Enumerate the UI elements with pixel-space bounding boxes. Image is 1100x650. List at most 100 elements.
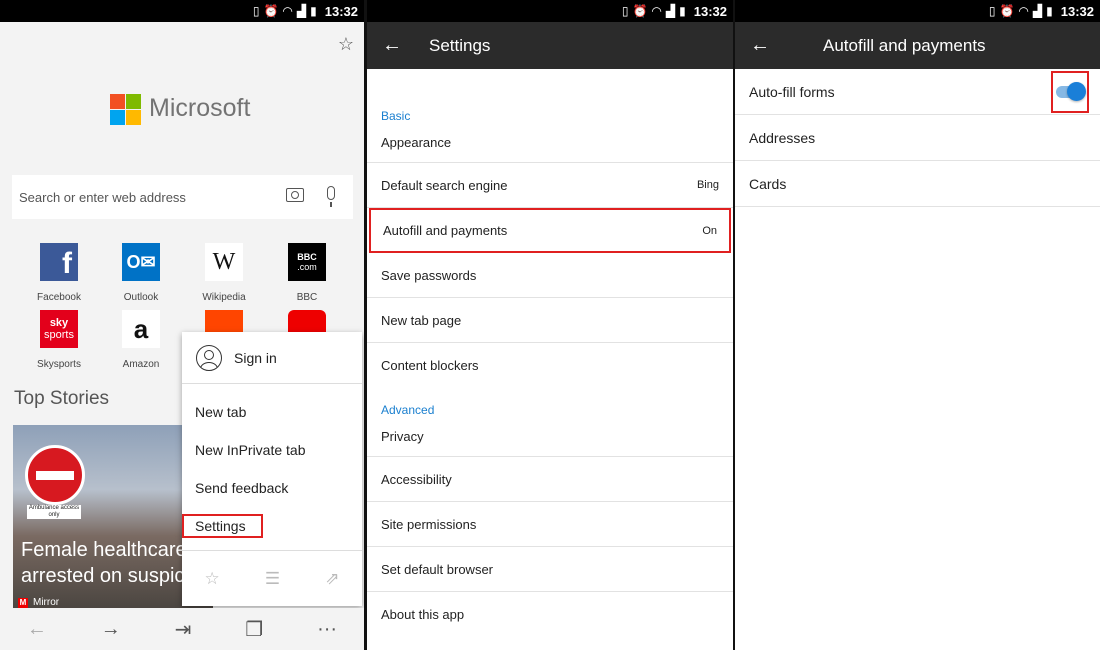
top-stories-heading: Top Stories bbox=[14, 388, 110, 409]
signal-icon: ▟ bbox=[1032, 4, 1043, 18]
skysports-icon: sky sports bbox=[40, 310, 78, 348]
vibrate-icon: ▯ bbox=[988, 4, 996, 18]
page-title: Autofill and payments bbox=[823, 35, 986, 55]
vibrate-icon: ▯ bbox=[621, 4, 629, 18]
battery-icon: ▮ bbox=[310, 4, 317, 18]
tile-youtube[interactable] bbox=[277, 310, 337, 332]
app-bar: ← Autofill and payments bbox=[735, 22, 1100, 69]
settings-item-label: Site permissions bbox=[381, 516, 477, 532]
screenshot-composite: ▯ ⏰ ◠ ▟ ▮ 13:32 ☆ Microsoft f Facebook O… bbox=[0, 0, 1100, 650]
autofill-forms-toggle[interactable] bbox=[1056, 81, 1086, 101]
settings-item-label: Save passwords bbox=[381, 267, 477, 283]
settings-item-accessibility[interactable]: Accessibility bbox=[367, 457, 733, 502]
settings-item-label: Set default browser bbox=[381, 561, 494, 577]
page-title: Settings bbox=[429, 35, 491, 55]
battery-icon: ▮ bbox=[1046, 4, 1053, 18]
settings-item-label: Default search engine bbox=[381, 177, 508, 193]
story-image-plate: Ambulance access only bbox=[27, 505, 81, 519]
app-bar: ← Settings bbox=[367, 22, 733, 69]
settings-item-set-default-browser[interactable]: Set default browser bbox=[367, 547, 733, 592]
reddit-icon bbox=[205, 310, 243, 332]
tile-wikipedia[interactable]: W Wikipedia bbox=[194, 243, 254, 303]
camera-icon[interactable] bbox=[286, 188, 304, 202]
tile-label: Facebook bbox=[37, 292, 81, 303]
reading-list-icon[interactable]: ☰ bbox=[265, 569, 280, 589]
no-entry-sign-icon bbox=[25, 445, 85, 505]
settings-item-label: New tab page bbox=[381, 312, 462, 328]
menu-item-label: Send feedback bbox=[195, 480, 289, 496]
tile-label: Amazon bbox=[122, 359, 160, 370]
status-time: 13:32 bbox=[1060, 3, 1094, 19]
wifi-icon: ◠ bbox=[282, 4, 293, 18]
favorites-star-icon[interactable]: ☆ bbox=[338, 34, 354, 55]
settings-item-about-this-app[interactable]: About this app bbox=[367, 592, 733, 637]
tile-reddit[interactable] bbox=[194, 310, 254, 332]
status-bar: ▯ ⏰ ◠ ▟ ▮ 13:32 bbox=[367, 0, 733, 22]
addresses-item[interactable]: Addresses bbox=[735, 115, 1100, 161]
facebook-icon: f bbox=[40, 243, 78, 281]
signal-icon: ▟ bbox=[296, 4, 307, 18]
back-arrow-icon[interactable]: ← bbox=[367, 34, 417, 57]
menu-item-settings[interactable]: Settings bbox=[182, 507, 362, 545]
tile-skysports[interactable]: sky sports Skysports bbox=[29, 310, 89, 370]
settings-item-content-blockers[interactable]: Content blockers bbox=[367, 343, 733, 388]
tile-facebook[interactable]: f Facebook bbox=[29, 243, 89, 303]
section-basic: Basic bbox=[381, 109, 411, 123]
settings-item-label: Privacy bbox=[381, 429, 424, 444]
mirror-logo-icon: M bbox=[18, 597, 28, 608]
edge-home-screen: ▯ ⏰ ◠ ▟ ▮ 13:32 ☆ Microsoft f Facebook O… bbox=[0, 0, 364, 650]
status-time: 13:32 bbox=[693, 3, 727, 19]
continue-on-pc-icon[interactable]: ⇥ bbox=[175, 617, 192, 642]
autofill-screen: ▯ ⏰ ◠ ▟ ▮ 13:32 ← Autofill and payments … bbox=[735, 0, 1100, 650]
menu-footer: ☆ ☰ ⇗ bbox=[182, 550, 362, 606]
settings-item-privacy[interactable]: Privacy bbox=[367, 417, 733, 457]
cards-item[interactable]: Cards bbox=[735, 161, 1100, 207]
cards-label: Cards bbox=[749, 175, 787, 192]
settings-item-default-search-engine[interactable]: Default search engine Bing bbox=[367, 163, 733, 208]
settings-item-new-tab-page[interactable]: New tab page bbox=[367, 298, 733, 343]
forward-arrow-icon[interactable]: → bbox=[101, 618, 121, 641]
menu-item-new-tab[interactable]: New tab bbox=[182, 393, 362, 431]
settings-item-label: Autofill and payments bbox=[383, 223, 508, 238]
alarm-icon: ⏰ bbox=[632, 4, 648, 18]
more-options-icon[interactable]: ··· bbox=[317, 618, 337, 641]
search-bar[interactable] bbox=[12, 175, 353, 219]
menu-item-new-inprivate-tab[interactable]: New InPrivate tab bbox=[182, 431, 362, 469]
microphone-icon[interactable] bbox=[327, 186, 335, 207]
settings-item-value: On bbox=[702, 224, 717, 237]
brand-name: Microsoft bbox=[149, 94, 251, 122]
back-arrow-icon[interactable]: ← bbox=[27, 618, 47, 641]
search-input[interactable] bbox=[19, 189, 269, 205]
sign-in-item[interactable]: Sign in bbox=[182, 332, 362, 384]
amazon-icon: a bbox=[122, 310, 160, 348]
settings-item-label: About this app bbox=[381, 607, 465, 622]
wifi-icon: ◠ bbox=[1018, 4, 1029, 18]
settings-item-appearance[interactable]: Appearance bbox=[367, 123, 733, 163]
tabs-icon[interactable]: ❐ bbox=[245, 617, 263, 642]
menu-item-send-feedback[interactable]: Send feedback bbox=[182, 469, 362, 507]
settings-item-save-passwords[interactable]: Save passwords bbox=[367, 253, 733, 298]
add-favorite-icon[interactable]: ☆ bbox=[205, 569, 220, 589]
signal-icon: ▟ bbox=[665, 4, 676, 18]
status-bar: ▯ ⏰ ◠ ▟ ▮ 13:32 bbox=[735, 0, 1100, 22]
tile-amazon[interactable]: a Amazon bbox=[111, 310, 171, 370]
tile-label: Skysports bbox=[37, 359, 81, 370]
addresses-label: Addresses bbox=[749, 129, 816, 146]
settings-item-label: Accessibility bbox=[381, 471, 452, 487]
tile-outlook[interactable]: O✉ Outlook bbox=[111, 243, 171, 303]
menu-item-label: New InPrivate tab bbox=[195, 442, 306, 458]
settings-item-site-permissions[interactable]: Site permissions bbox=[367, 502, 733, 547]
menu-item-label: New tab bbox=[195, 404, 247, 420]
outlook-icon: O✉ bbox=[122, 243, 160, 281]
menu-item-label: Settings bbox=[182, 514, 263, 538]
share-icon[interactable]: ⇗ bbox=[325, 569, 339, 589]
autofill-list: Auto-fill forms Addresses Cards bbox=[735, 69, 1100, 207]
back-arrow-icon[interactable]: ← bbox=[735, 34, 785, 57]
settings-screen: ▯ ⏰ ◠ ▟ ▮ 13:32 ← Settings Basic Appeara… bbox=[367, 0, 733, 650]
section-advanced: Advanced bbox=[381, 403, 435, 417]
tile-label: Wikipedia bbox=[202, 292, 246, 303]
settings-item-autofill-and-payments[interactable]: Autofill and payments On bbox=[369, 208, 731, 253]
toggle-highlight bbox=[1051, 70, 1089, 113]
alarm-icon: ⏰ bbox=[999, 4, 1015, 18]
tile-bbc[interactable]: BBC .com BBC bbox=[277, 243, 337, 303]
